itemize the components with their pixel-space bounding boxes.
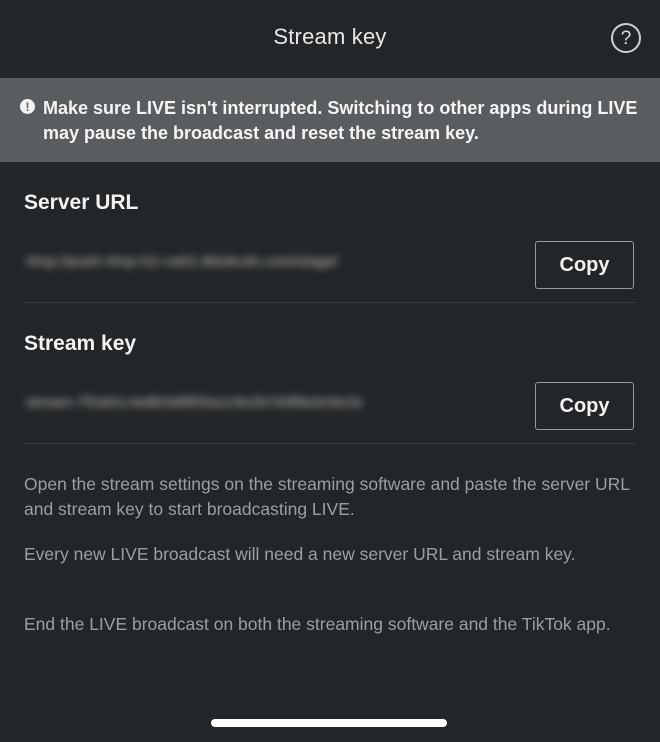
divider bbox=[24, 302, 636, 303]
warning-message: Make sure LIVE isn't interrupted. Switch… bbox=[43, 98, 638, 143]
stream-key-label: Stream key bbox=[24, 332, 137, 355]
server-url-value: rtmp://push-rtmp-l11-va01.tiktokcdn.com/… bbox=[26, 253, 339, 270]
home-indicator[interactable] bbox=[211, 719, 447, 727]
divider bbox=[24, 443, 636, 444]
instruction-new-key: Every new LIVE broadcast will need a new… bbox=[24, 544, 576, 564]
copy-stream-key-button[interactable]: Copy bbox=[535, 382, 634, 430]
warning-banner: ! Make sure LIVE isn't interrupted. Swit… bbox=[0, 78, 660, 162]
server-url-label: Server URL bbox=[24, 191, 139, 214]
instruction-end-live: End the LIVE broadcast on both the strea… bbox=[24, 614, 611, 634]
stream-key-value: stream-7f2a91c4e8b3d6f05a1c9e2b7d4f8a3c6… bbox=[26, 394, 363, 411]
copy-server-url-button[interactable]: Copy bbox=[535, 241, 634, 289]
header-bar: Stream key ? bbox=[0, 0, 660, 78]
instruction-paste-settings: Open the stream settings on the streamin… bbox=[24, 474, 630, 519]
page-title: Stream key bbox=[273, 24, 387, 49]
info-alert-icon: ! bbox=[20, 99, 35, 114]
help-icon[interactable]: ? bbox=[611, 23, 641, 53]
